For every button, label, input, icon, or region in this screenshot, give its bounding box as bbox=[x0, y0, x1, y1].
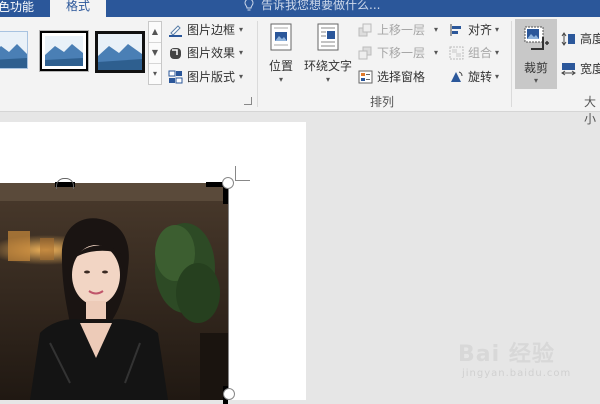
send-backward-button[interactable]: 下移一层 ▾ bbox=[358, 43, 442, 63]
landscape-thumbnail-icon bbox=[0, 32, 27, 68]
group-divider bbox=[511, 21, 512, 107]
dialog-launcher-icon[interactable] bbox=[244, 97, 252, 105]
rotate-icon bbox=[451, 71, 463, 82]
ribbon-tab-bar: 色功能 格式 告诉我您想要做什么... bbox=[0, 0, 600, 17]
document-page bbox=[0, 122, 306, 404]
lightbulb-icon bbox=[244, 0, 254, 11]
chevron-down-icon: ▾ bbox=[239, 72, 244, 81]
gallery-more-icon[interactable]: ▾ bbox=[149, 64, 161, 84]
resize-handle-corner[interactable] bbox=[222, 177, 234, 189]
chevron-down-icon: ▾ bbox=[434, 48, 439, 57]
crop-icon bbox=[524, 26, 549, 50]
picture-style-1[interactable] bbox=[0, 31, 28, 69]
height-icon bbox=[561, 32, 575, 46]
effects-icon bbox=[170, 48, 181, 59]
group-button[interactable]: 组合 ▾ bbox=[449, 43, 505, 63]
page-margin-marker bbox=[235, 166, 250, 181]
gallery-down-icon[interactable]: ▼ bbox=[149, 43, 161, 64]
picture-effects-button[interactable]: 图片效果 ▾ bbox=[168, 43, 253, 63]
gallery-up-icon[interactable]: ▲ bbox=[149, 22, 161, 43]
bring-forward-button[interactable]: 上移一层 ▾ bbox=[358, 20, 442, 40]
picture-layout-button[interactable]: 图片版式 ▾ bbox=[168, 67, 253, 87]
align-icon bbox=[450, 24, 461, 36]
group-divider bbox=[257, 21, 258, 107]
crop-button[interactable]: 裁剪 ▾ bbox=[515, 19, 557, 89]
chevron-down-icon: ▾ bbox=[434, 25, 439, 34]
chevron-down-icon: ▾ bbox=[278, 75, 283, 84]
rotation-handle-icon[interactable] bbox=[56, 178, 74, 189]
watermark-brand: Bai 经验 bbox=[458, 342, 555, 367]
selection-pane-icon bbox=[358, 70, 373, 84]
size-group-label: 大小 bbox=[584, 95, 597, 126]
picture-style-3[interactable] bbox=[95, 31, 145, 73]
position-icon bbox=[270, 23, 292, 51]
chevron-down-icon: ▾ bbox=[533, 76, 538, 85]
tell-me-placeholder: 告诉我您想要做什么... bbox=[261, 0, 381, 12]
height-field[interactable]: 高度 bbox=[561, 29, 600, 49]
landscape-thumbnail-icon bbox=[42, 33, 86, 69]
landscape-thumbnail-icon bbox=[98, 34, 142, 70]
width-field[interactable]: 宽度 bbox=[561, 59, 600, 79]
bring-forward-icon bbox=[358, 23, 372, 37]
selection-pane-button[interactable]: 选择窗格 bbox=[358, 67, 442, 87]
wrap-text-icon bbox=[317, 23, 339, 51]
resize-handle-right[interactable] bbox=[223, 388, 235, 400]
styles-gallery-scroll: ▲ ▼ ▾ bbox=[148, 21, 162, 85]
send-backward-icon bbox=[358, 46, 372, 60]
border-pen-icon bbox=[169, 25, 182, 37]
layout-icon bbox=[168, 70, 183, 84]
chevron-down-icon: ▾ bbox=[495, 72, 500, 81]
picture-border-button[interactable]: 图片边框 ▾ bbox=[168, 20, 253, 40]
align-button[interactable]: 对齐 ▾ bbox=[449, 20, 505, 40]
baidu-watermark: Bai 经验 jingyan.baidu.com bbox=[458, 336, 598, 388]
width-icon bbox=[561, 63, 576, 76]
rotate-button[interactable]: 旋转 ▾ bbox=[449, 67, 505, 87]
tab-format[interactable]: 格式 bbox=[50, 0, 106, 17]
picture-style-2[interactable] bbox=[39, 30, 89, 72]
chevron-down-icon: ▾ bbox=[325, 75, 330, 84]
chevron-down-icon: ▾ bbox=[495, 48, 500, 57]
arrange-group-label: 排列 bbox=[370, 95, 395, 109]
crop-frame-edge bbox=[228, 183, 229, 400]
chevron-down-icon: ▾ bbox=[239, 25, 244, 34]
tab-color-function[interactable]: 色功能 bbox=[0, 0, 34, 15]
watermark-url: jingyan.baidu.com bbox=[462, 368, 572, 379]
portrait-photo bbox=[0, 183, 229, 400]
selected-picture[interactable] bbox=[0, 183, 229, 400]
ribbon: ▲ ▼ ▾ 图片边框 ▾ 图片效果 ▾ 图片版式 ▾ 位置 ▾ 环绕文字 ▾ 上… bbox=[0, 17, 600, 126]
chevron-down-icon: ▾ bbox=[495, 25, 500, 34]
chevron-down-icon: ▾ bbox=[239, 48, 244, 57]
group-icon bbox=[449, 46, 464, 60]
